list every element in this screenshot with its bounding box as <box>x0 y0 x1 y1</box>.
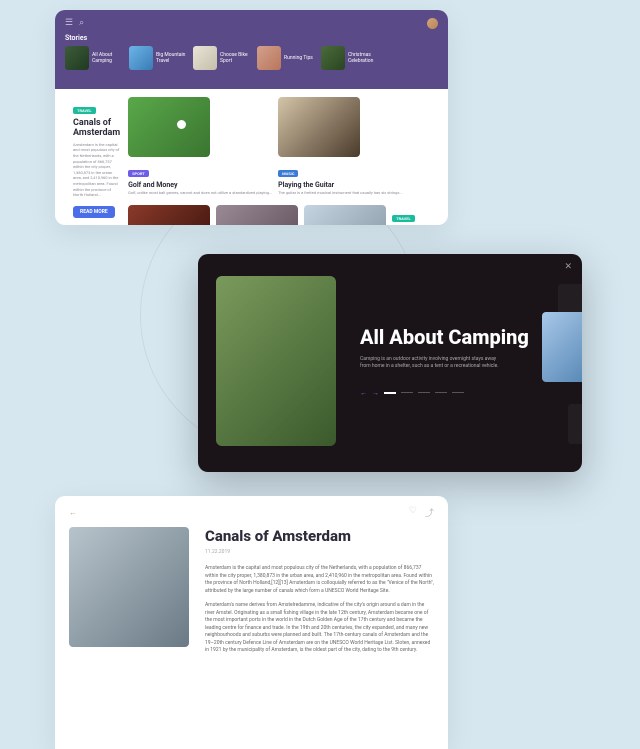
tag-sport[interactable]: SPORT <box>128 170 149 177</box>
grid-image[interactable] <box>216 205 298 225</box>
story-item[interactable]: Running Tips <box>257 46 316 70</box>
story-thumb <box>257 46 281 70</box>
page-indicator[interactable] <box>452 392 464 393</box>
story-label: All About Camping <box>92 52 124 64</box>
read-more-button[interactable]: READ MORE <box>73 206 115 218</box>
story-title: All About Camping <box>360 326 564 348</box>
story-thumb <box>321 46 345 70</box>
side-image[interactable] <box>278 97 360 157</box>
tag-travel[interactable]: TRAVEL <box>392 215 415 222</box>
article-date: 11.22.2019 <box>205 549 434 555</box>
menu-icon[interactable]: ☰ <box>65 18 73 28</box>
story-item[interactable]: Christmas Celebration <box>321 46 380 70</box>
back-icon[interactable]: ← <box>69 508 77 517</box>
stories-heading: Stories <box>65 34 438 42</box>
prev-icon[interactable]: ← <box>360 389 367 397</box>
search-icon[interactable]: ⌕ <box>79 18 84 28</box>
article-paragraph: Amsterdam's name derives from Amstelreda… <box>205 602 434 655</box>
side-image[interactable] <box>128 97 210 157</box>
grid-image[interactable] <box>128 205 210 225</box>
story-item[interactable]: Big Mountain Travel <box>129 46 188 70</box>
side-desc: Golf, unlike most ball games, cannot and… <box>128 190 272 195</box>
header: ☰ ⌕ Stories All About Camping Big Mounta… <box>55 10 448 89</box>
story-nav: ← → <box>360 389 564 397</box>
side-title[interactable]: Playing the Guitar <box>278 181 403 189</box>
story-thumb <box>65 46 89 70</box>
article-card: ← ♡ ⤴ Canals of Amsterdam 11.22.2019 Ams… <box>55 496 448 749</box>
side-title[interactable]: Golf and Money <box>128 181 272 189</box>
article-paragraph: Amsterdam is the capital and most populo… <box>205 565 434 595</box>
page-indicator[interactable] <box>418 392 430 393</box>
tag-music[interactable]: MUSIC <box>278 170 298 177</box>
stories-row: All About Camping Big Mountain Travel Ch… <box>65 46 438 70</box>
grid-image[interactable] <box>304 205 386 225</box>
side-desc: The guitar is a fretted musical instrume… <box>278 190 403 195</box>
article-title: Canals of Amsterdam <box>205 527 434 545</box>
story-item[interactable]: Choose Bike Sport <box>193 46 252 70</box>
feature-desc: Amsterdam is the capital and most populo… <box>73 142 120 198</box>
article-image <box>69 527 189 647</box>
feed-card: ☰ ⌕ Stories All About Camping Big Mounta… <box>55 10 448 225</box>
share-icon[interactable]: ⤴ <box>425 506 434 519</box>
story-thumb <box>129 46 153 70</box>
story-image <box>216 276 336 446</box>
next-story-peek[interactable] <box>542 312 582 382</box>
story-label: Big Mountain Travel <box>156 52 188 64</box>
page-indicator[interactable] <box>435 392 447 393</box>
feature-title[interactable]: Canals of Amsterdam <box>73 119 120 139</box>
heart-icon[interactable]: ♡ <box>409 506 417 519</box>
tag-travel[interactable]: TRAVEL <box>73 107 96 114</box>
page-indicator[interactable] <box>384 392 396 394</box>
next-icon[interactable]: → <box>372 389 379 397</box>
page-indicator[interactable] <box>401 392 413 393</box>
story-label: Choose Bike Sport <box>220 52 252 64</box>
story-item[interactable]: All About Camping <box>65 46 124 70</box>
story-label: Christmas Celebration <box>348 52 380 64</box>
story-modal: ✕ All About Camping Camping is an outdoo… <box>198 254 582 472</box>
avatar[interactable] <box>427 18 438 29</box>
story-thumb <box>193 46 217 70</box>
story-label: Running Tips <box>284 55 316 61</box>
story-desc: Camping is an outdoor activity involving… <box>360 356 505 371</box>
